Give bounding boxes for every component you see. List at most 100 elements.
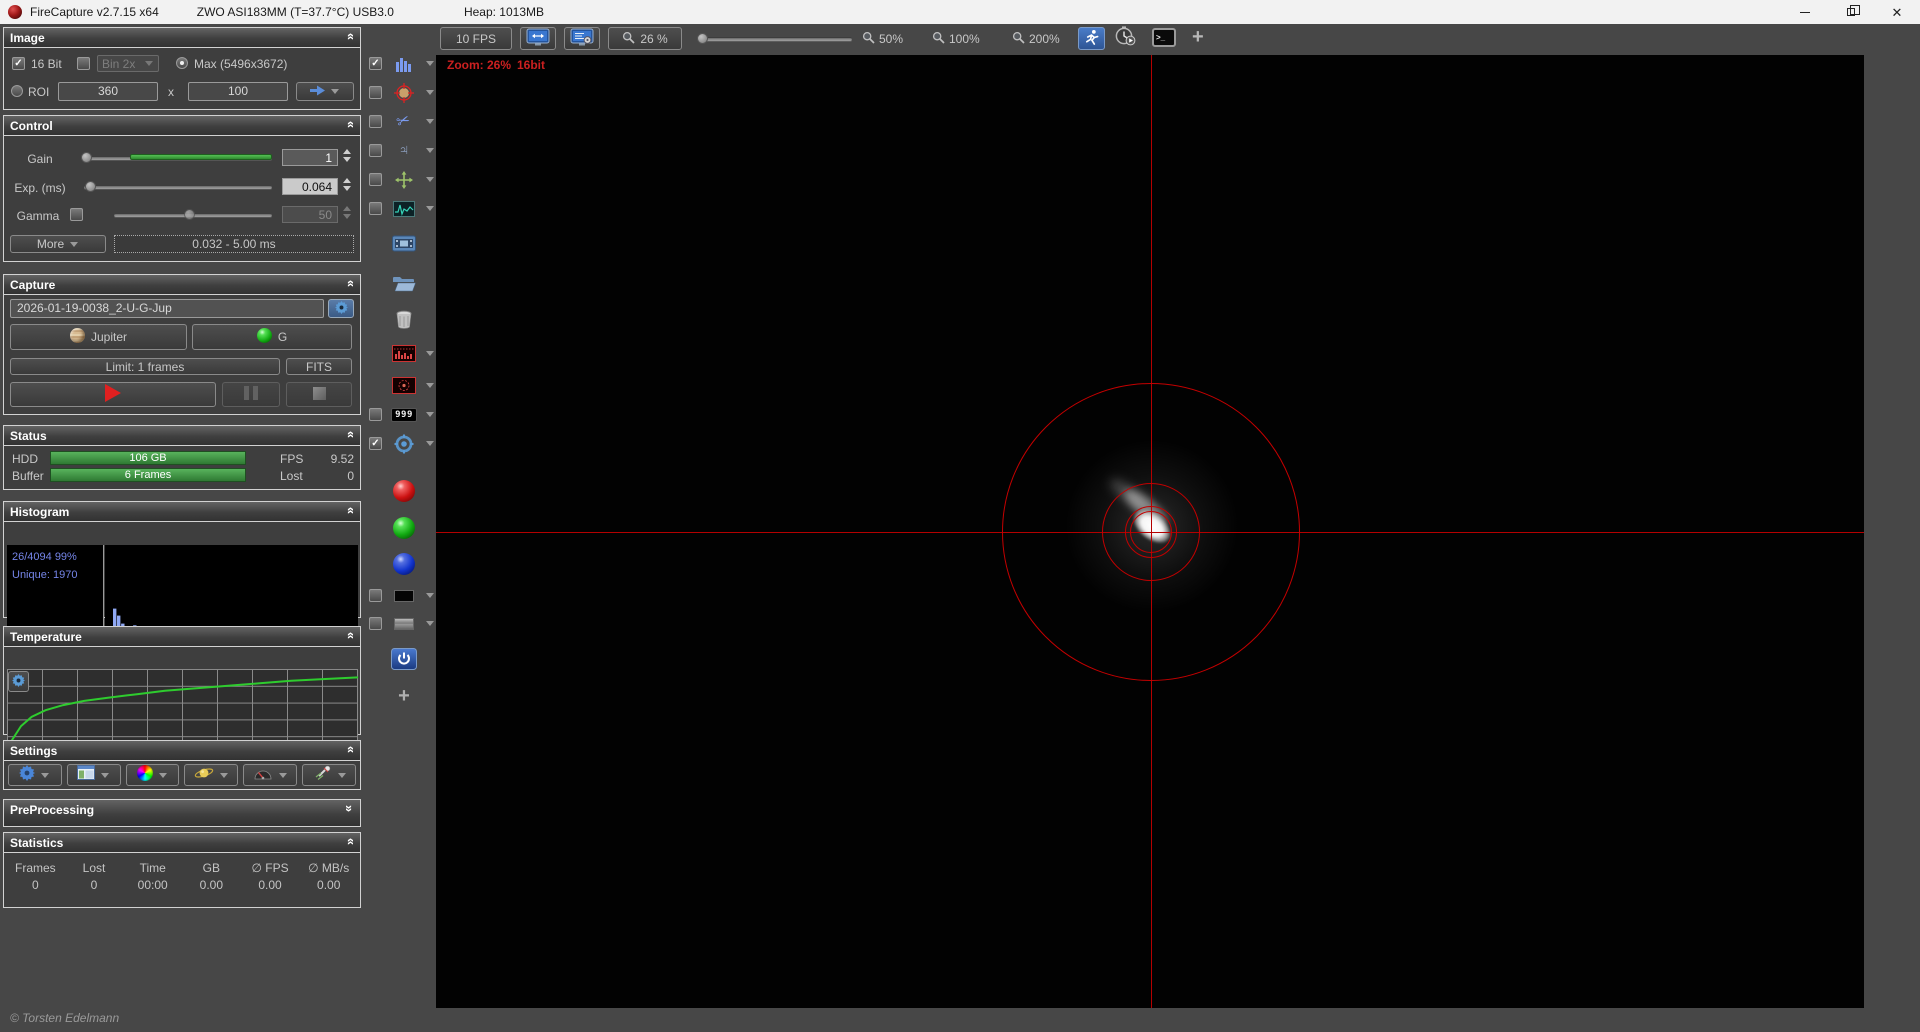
chevron-down-icon[interactable] [219, 772, 228, 778]
display-settings-button[interactable] [564, 27, 600, 50]
add-toolbar-button[interactable]: + [1192, 26, 1204, 49]
zoom-button[interactable]: 26 % [608, 27, 682, 50]
chevron-down-icon[interactable] [426, 441, 434, 446]
chevron-down-icon[interactable] [278, 772, 287, 778]
roi-height-input[interactable]: 100 [188, 82, 288, 101]
turbo-mode-button[interactable] [1078, 27, 1105, 50]
bin-select[interactable]: Bin 2x [97, 55, 159, 72]
fullscreen-button[interactable] [520, 27, 556, 50]
image-canvas[interactable]: Zoom: 26% 16bit [436, 55, 1864, 1008]
exposure-range-button[interactable]: 0.032 - 5.00 ms [114, 235, 354, 253]
plus-icon[interactable]: + [382, 686, 426, 706]
sphere-green-icon[interactable] [382, 516, 426, 539]
waveform-icon[interactable] [382, 200, 426, 217]
chevron-down-icon[interactable] [426, 351, 434, 356]
film-icon[interactable] [382, 234, 426, 253]
planet-button[interactable] [184, 764, 239, 786]
reticle-checkbox[interactable]: ✓ [369, 437, 382, 450]
collapse-icon[interactable]: » [342, 428, 357, 442]
folder-open-icon[interactable] [382, 275, 426, 293]
chevron-down-icon[interactable] [337, 772, 346, 778]
swatch-gray-icon[interactable] [382, 617, 426, 630]
color-button[interactable] [125, 764, 180, 786]
layout-button[interactable] [66, 764, 121, 786]
zoom-100-button[interactable]: 100% [932, 31, 980, 47]
flat-capture-checkbox[interactable] [369, 617, 382, 630]
gamma-checkbox[interactable] [70, 208, 83, 221]
collapse-icon[interactable]: » [342, 504, 357, 518]
gauge-button[interactable] [243, 764, 298, 786]
fps-limit-button[interactable]: 10 FPS [440, 27, 512, 50]
gain-spinner[interactable] [343, 149, 351, 162]
chevron-down-icon[interactable] [426, 206, 434, 211]
target-planet-icon[interactable] [382, 82, 426, 103]
target-blue-icon[interactable] [382, 434, 426, 454]
collapse-icon[interactable]: » [342, 629, 357, 643]
limit-button[interactable]: Limit: 1 frames [10, 358, 280, 375]
chevron-down-icon[interactable] [159, 772, 168, 778]
trash-icon[interactable] [382, 310, 426, 330]
dark-capture-checkbox[interactable] [369, 589, 382, 602]
scissors-icon[interactable]: ✂ [382, 111, 426, 132]
chevron-down-icon[interactable] [426, 383, 434, 388]
chevron-down-icon[interactable] [41, 772, 50, 778]
zoom-50-button[interactable]: 50% [862, 31, 903, 47]
chevron-down-icon[interactable] [426, 119, 434, 124]
filename-input[interactable]: 2026-01-19-0038_2-U-G-Jup [10, 299, 324, 318]
filename-settings-button[interactable] [328, 299, 354, 318]
chevron-down-icon[interactable] [426, 148, 434, 153]
screen-planet-icon[interactable] [382, 377, 426, 394]
hist-bars-icon[interactable] [382, 56, 426, 72]
roi-apply-button[interactable] [296, 82, 354, 101]
chevron-down-icon[interactable] [426, 412, 434, 417]
bit16-checkbox[interactable]: ✓ [12, 57, 25, 70]
format-button[interactable]: FITS [286, 358, 352, 375]
minimize-button[interactable] [1782, 0, 1828, 24]
chevron-down-icon[interactable] [426, 177, 434, 182]
collapse-icon[interactable]: » [342, 277, 357, 291]
zoom-slider-track[interactable] [700, 37, 852, 41]
zoom-slider-thumb[interactable] [697, 33, 708, 44]
chevron-down-icon[interactable] [426, 593, 434, 598]
exposure-spinner[interactable] [343, 178, 351, 191]
misc-tools-button[interactable] [302, 764, 356, 786]
cut-tool-checkbox[interactable] [369, 115, 382, 128]
app-settings-button[interactable] [8, 764, 62, 786]
screen-hist-icon[interactable] [382, 345, 426, 362]
terminal-button[interactable]: >_ [1152, 28, 1176, 47]
collapse-icon[interactable]: » [342, 118, 357, 132]
histogram-tool-checkbox[interactable]: ✓ [369, 57, 382, 70]
filter-button[interactable]: G [192, 324, 352, 350]
gamma-slider-thumb[interactable] [184, 209, 195, 220]
guide-tool-checkbox[interactable] [369, 173, 382, 186]
collapse-icon[interactable]: » [342, 30, 357, 44]
sphere-red-icon[interactable] [382, 479, 426, 502]
align-tool-checkbox[interactable] [369, 86, 382, 99]
collapse-icon[interactable]: » [342, 835, 357, 849]
gain-slider-thumb[interactable] [81, 152, 92, 163]
chevron-down-icon[interactable] [426, 61, 434, 66]
exposure-slider-thumb[interactable] [85, 181, 96, 192]
frame-counter-checkbox[interactable] [369, 408, 382, 421]
collapse-icon[interactable]: » [342, 743, 357, 757]
start-capture-button[interactable] [10, 382, 216, 407]
bin-checkbox[interactable] [77, 57, 90, 70]
counter-999-icon[interactable]: 999 [382, 407, 426, 422]
roi-width-input[interactable]: 360 [58, 82, 158, 101]
power-icon[interactable] [382, 647, 426, 670]
sphere-blue-icon[interactable] [382, 552, 426, 575]
exposure-slider-track[interactable] [84, 185, 272, 189]
chevron-down-icon[interactable] [426, 90, 434, 95]
more-button[interactable]: More [10, 235, 106, 253]
chevron-down-icon[interactable] [101, 772, 110, 778]
close-button[interactable]: ✕ [1874, 0, 1920, 24]
move-arrows-icon[interactable] [382, 170, 426, 189]
timer-capture-button[interactable] [1114, 26, 1136, 49]
chevron-down-icon[interactable] [426, 621, 434, 626]
roi-radio[interactable] [11, 85, 23, 97]
object-button[interactable]: Jupiter [10, 324, 187, 350]
jupiter-tool-checkbox[interactable] [369, 144, 382, 157]
seeing-monitor-checkbox[interactable] [369, 202, 382, 215]
gain-value[interactable]: 1 [282, 149, 338, 166]
expand-icon[interactable]: » [342, 802, 357, 816]
